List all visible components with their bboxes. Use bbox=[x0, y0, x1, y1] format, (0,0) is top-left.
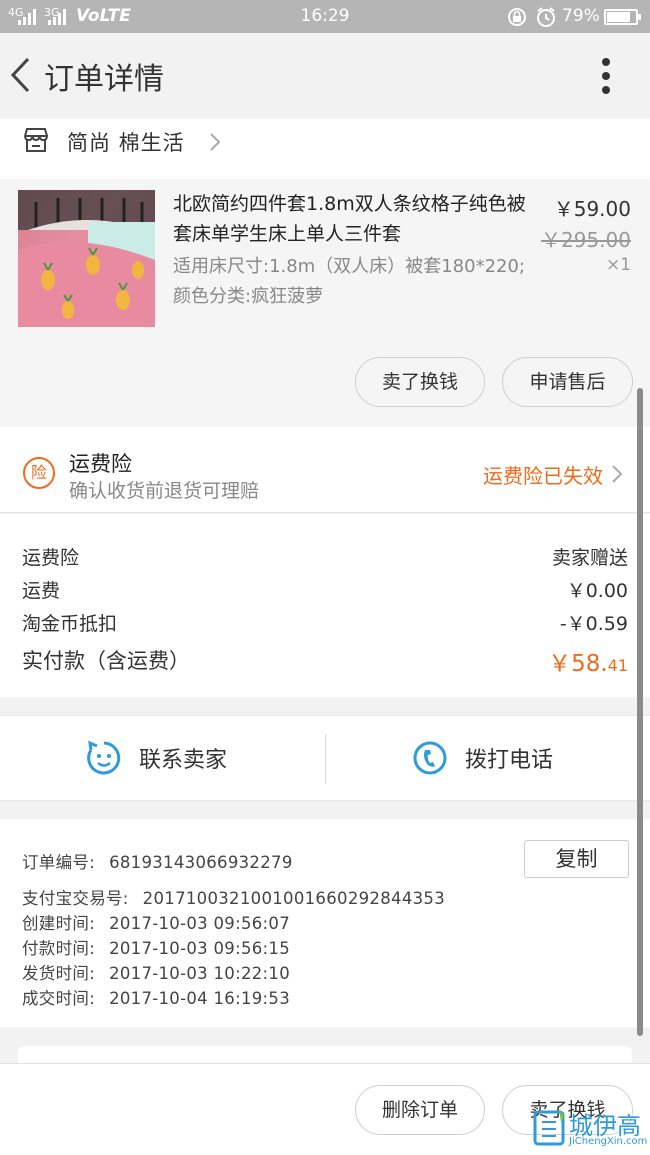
back-arrow-icon[interactable] bbox=[8, 55, 32, 95]
paid-amount-main: ￥58. bbox=[548, 651, 608, 677]
completed-time: 2017-10-04 16:19:53 bbox=[109, 989, 291, 1008]
after-sale-button[interactable]: 申请售后 bbox=[502, 357, 633, 407]
product-title: 北欧简约四件套1.8m双人条纹格子纯色被套床单学生床上单人三件套 bbox=[173, 193, 526, 245]
shop-name: 简尚 棉生活 bbox=[67, 131, 185, 155]
watermark: 城伊高 JiChengXin.com bbox=[531, 1104, 650, 1155]
product-original-price: ￥295.00 bbox=[541, 228, 631, 252]
call-phone-label: 拨打电话 bbox=[465, 748, 554, 773]
phone-icon bbox=[413, 741, 447, 775]
cost-label-insurance: 运费险 bbox=[22, 547, 80, 569]
contact-seller-label: 联系卖家 bbox=[139, 748, 228, 773]
chevron-right-icon bbox=[210, 133, 221, 151]
contact-bar: 联系卖家 拨打电话 bbox=[0, 715, 650, 801]
contact-seller-button[interactable]: 联系卖家 bbox=[0, 716, 325, 802]
shipped-time-line: 发货时间: 2017-10-03 10:22:10 bbox=[22, 960, 290, 984]
store-icon bbox=[24, 128, 49, 152]
resell-button[interactable]: 卖了换钱 bbox=[355, 357, 485, 407]
cost-value-coin-deduction: -￥0.59 bbox=[559, 613, 628, 635]
insurance-status: 运费险已失效 bbox=[483, 464, 603, 488]
insurance-badge-icon: 险 bbox=[23, 457, 55, 489]
chat-face-icon bbox=[87, 740, 121, 775]
insurance-subtitle: 确认收货前退货可理赔 bbox=[69, 480, 260, 502]
battery-icon bbox=[604, 9, 641, 25]
product-price: ￥59.00 bbox=[553, 197, 631, 221]
shipped-time: 2017-10-03 10:22:10 bbox=[109, 964, 291, 983]
product-card[interactable]: 北欧简约四件套1.8m双人条纹格子纯色被套床单学生床上单人三件套 适用床尺寸:1… bbox=[0, 179, 650, 427]
paid-amount-value: ￥58.41 bbox=[548, 644, 628, 678]
cost-label-shipping: 运费 bbox=[22, 580, 61, 602]
watermark-logo-icon bbox=[533, 1110, 565, 1146]
nav-bar: 订单详情 bbox=[0, 33, 650, 119]
created-time: 2017-10-03 09:56:07 bbox=[109, 914, 291, 933]
shipped-time-label: 发货时间: bbox=[22, 964, 96, 983]
shop-row[interactable]: 简尚 棉生活 bbox=[0, 119, 650, 179]
alipay-number: 2017100321001001660292844353 bbox=[142, 889, 446, 908]
watermark-url: JiChengXin.com bbox=[569, 1136, 648, 1147]
delete-order-button[interactable]: 删除订单 bbox=[355, 1085, 485, 1135]
order-number-label: 订单编号: bbox=[22, 853, 96, 872]
copy-button[interactable]: 复制 bbox=[524, 840, 629, 878]
cost-label-coin-deduction: 淘金币抵扣 bbox=[22, 613, 118, 635]
completed-time-line: 成交时间: 2017-10-04 16:19:53 bbox=[22, 985, 290, 1009]
product-image bbox=[18, 190, 155, 327]
battery-percent: 79% bbox=[562, 6, 600, 26]
insurance-title: 运费险 bbox=[69, 452, 132, 476]
alipay-number-label: 支付宝交易号: bbox=[22, 889, 129, 908]
cost-summary: 运费险 卖家赠送 运费 ￥0.00 淘金币抵扣 -￥0.59 实付款（含运费） … bbox=[0, 514, 650, 697]
status-bar: 4G 3G VoLTE 16:29 79% bbox=[0, 0, 650, 33]
cost-value-shipping: ￥0.00 bbox=[566, 580, 628, 602]
cost-value-insurance: 卖家赠送 bbox=[551, 547, 628, 569]
paid-time: 2017-10-03 09:56:15 bbox=[109, 939, 291, 958]
chevron-right-icon bbox=[612, 465, 623, 483]
paid-amount-cents: 41 bbox=[607, 656, 628, 675]
product-spec: 适用床尺寸:1.8m（双人床）被套180*220;颜色分类:疯狂菠萝 bbox=[173, 256, 526, 307]
paid-amount-label: 实付款（含运费） bbox=[22, 649, 190, 673]
created-time-label: 创建时间: bbox=[22, 914, 96, 933]
page-title: 订单详情 bbox=[44, 62, 164, 97]
shipping-insurance-row[interactable]: 险 运费险 确认收货前退货可理赔 运费险已失效 bbox=[0, 427, 650, 513]
alipay-number-line: 支付宝交易号: 2017100321001001660292844353 bbox=[22, 885, 445, 909]
call-phone-button[interactable]: 拨打电话 bbox=[326, 716, 650, 802]
order-info: 订单编号: 68193143066932279 复制 支付宝交易号: 2017100… bbox=[0, 819, 650, 1027]
alarm-icon bbox=[537, 7, 555, 27]
order-number: 68193143066932279 bbox=[109, 853, 293, 872]
product-quantity: ×1 bbox=[605, 255, 631, 275]
more-icon[interactable] bbox=[600, 58, 612, 98]
scrollbar[interactable] bbox=[637, 388, 643, 1036]
paid-time-line: 付款时间: 2017-10-03 09:56:15 bbox=[22, 935, 290, 959]
paid-time-label: 付款时间: bbox=[22, 939, 96, 958]
product-image-art bbox=[18, 190, 155, 327]
created-time-line: 创建时间: 2017-10-03 09:56:07 bbox=[22, 910, 290, 934]
completed-time-label: 成交时间: bbox=[22, 989, 96, 1008]
rotation-lock-icon bbox=[508, 8, 526, 26]
order-number-line: 订单编号: 68193143066932279 bbox=[22, 849, 293, 873]
